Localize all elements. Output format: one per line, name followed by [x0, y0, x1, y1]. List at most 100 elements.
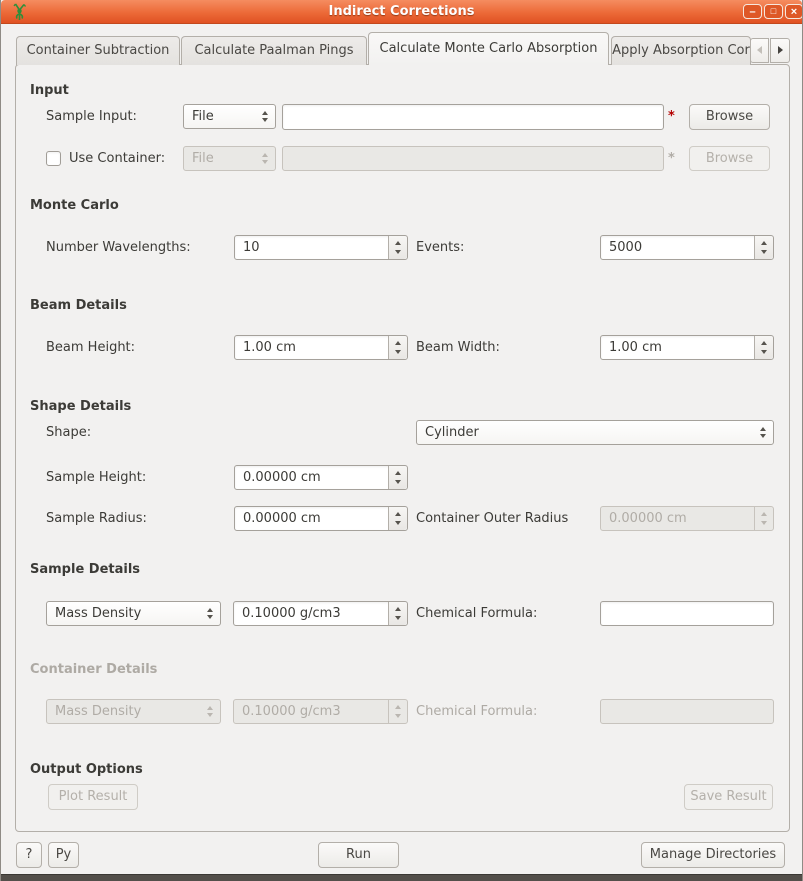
container-chemical-formula-label: Chemical Formula: — [416, 699, 537, 724]
spin-down-icon[interactable] — [395, 480, 401, 484]
sample-radius-row: Sample Radius: Container Outer Radius — [16, 506, 789, 531]
spin-buttons[interactable] — [388, 602, 407, 625]
spin-down-icon[interactable] — [395, 616, 401, 620]
spin-buttons — [754, 507, 773, 530]
beam-width-value[interactable] — [600, 335, 774, 360]
spin-down-icon[interactable] — [761, 350, 767, 354]
sample-input-row: Sample Input: File * Browse — [16, 104, 789, 130]
sample-density-type-value: Mass Density — [55, 602, 141, 625]
spin-up-icon[interactable] — [761, 241, 767, 245]
use-container-checkbox[interactable] — [46, 151, 61, 166]
help-button[interactable]: ? — [16, 842, 42, 868]
shape-row: Shape: Cylinder — [16, 420, 789, 445]
tab-scroll-left-button — [750, 38, 769, 63]
tab-container-subtraction[interactable]: Container Subtraction — [16, 36, 180, 65]
sample-density-type-combobox[interactable]: Mass Density — [46, 601, 221, 626]
number-wavelengths-value[interactable] — [234, 235, 408, 260]
spin-buttons[interactable] — [388, 336, 407, 359]
required-asterisk: * — [668, 104, 675, 130]
required-asterisk-disabled: * — [668, 146, 675, 172]
sample-density-spinbox[interactable] — [233, 601, 408, 626]
save-result-button: Save Result — [684, 784, 773, 810]
spin-up-icon — [761, 512, 767, 516]
manage-directories-button[interactable]: Manage Directories — [641, 842, 785, 868]
section-header-sample-details: Sample Details — [30, 562, 140, 577]
maximize-button[interactable]: □ — [764, 4, 783, 19]
container-details-row: Mass Density Chemical Formula: — [16, 699, 789, 724]
spin-buttons — [388, 700, 407, 723]
combo-arrows-icon — [262, 153, 268, 164]
run-button[interactable]: Run — [318, 842, 399, 868]
sample-height-spinbox[interactable] — [234, 465, 408, 490]
minimize-button[interactable]: – — [743, 4, 762, 19]
sample-chemical-formula-field[interactable] — [600, 601, 774, 626]
spin-buttons[interactable] — [388, 236, 407, 259]
sample-input-label: Sample Input: — [46, 104, 137, 130]
container-density-type-value: Mass Density — [55, 700, 141, 723]
section-header-container-details: Container Details — [30, 662, 157, 677]
container-density-spinbox — [233, 699, 408, 724]
number-wavelengths-spinbox[interactable] — [234, 235, 408, 260]
container-density-value — [233, 699, 408, 724]
sample-input-type-combobox[interactable]: File — [183, 104, 276, 129]
spin-down-icon — [395, 714, 401, 718]
tab-calculate-monte-carlo-absorption[interactable]: Calculate Monte Carlo Absorption — [368, 32, 609, 65]
spin-up-icon[interactable] — [395, 471, 401, 475]
spin-buttons[interactable] — [388, 466, 407, 489]
sample-height-value[interactable] — [234, 465, 408, 490]
title-bar[interactable]: Indirect Corrections – □ × — [1, 0, 802, 24]
sample-radius-value[interactable] — [234, 506, 408, 531]
spin-down-icon[interactable] — [395, 250, 401, 254]
application-window: Indirect Corrections – □ × Container Sub… — [0, 0, 803, 881]
spin-buttons[interactable] — [754, 336, 773, 359]
spin-up-icon — [395, 705, 401, 709]
section-header-output-options: Output Options — [30, 762, 143, 777]
events-value[interactable] — [600, 235, 774, 260]
container-input-type-value: File — [192, 147, 214, 170]
sample-height-label: Sample Height: — [46, 465, 146, 490]
tab-scroll-right-button[interactable] — [770, 38, 790, 63]
sample-chemical-formula-label: Chemical Formula: — [416, 601, 537, 626]
spin-up-icon[interactable] — [395, 341, 401, 345]
number-wavelengths-label: Number Wavelengths: — [46, 235, 191, 260]
scroll-right-icon — [778, 46, 783, 54]
section-header-shape-details: Shape Details — [30, 399, 131, 414]
output-options-row: Plot Result Save Result — [16, 784, 789, 810]
spin-buttons[interactable] — [388, 507, 407, 530]
sample-browse-button[interactable]: Browse — [689, 104, 770, 130]
monte-carlo-row: Number Wavelengths: Events: — [16, 235, 789, 260]
spin-buttons[interactable] — [754, 236, 773, 259]
plot-result-button: Plot Result — [48, 784, 138, 810]
window-title: Indirect Corrections — [1, 0, 802, 23]
container-input-type-combobox: File — [183, 146, 276, 171]
sample-density-value[interactable] — [233, 601, 408, 626]
sample-radius-spinbox[interactable] — [234, 506, 408, 531]
shape-label: Shape: — [46, 420, 91, 445]
beam-width-label: Beam Width: — [416, 335, 500, 360]
spin-up-icon[interactable] — [395, 241, 401, 245]
spin-down-icon[interactable] — [761, 250, 767, 254]
spin-down-icon[interactable] — [395, 350, 401, 354]
shape-value: Cylinder — [425, 421, 479, 444]
sample-input-type-value: File — [192, 105, 214, 128]
use-container-row: Use Container: File * Browse — [16, 146, 789, 171]
sample-input-path-field[interactable] — [282, 104, 664, 130]
container-chemical-formula-field — [600, 699, 774, 724]
spin-up-icon[interactable] — [395, 607, 401, 611]
tab-apply-absorption-corrections[interactable]: Apply Absorption Cor — [611, 36, 751, 65]
container-density-type-combobox: Mass Density — [46, 699, 221, 724]
spin-down-icon[interactable] — [395, 521, 401, 525]
python-button[interactable]: Py — [48, 842, 79, 868]
container-input-path-field — [282, 146, 664, 171]
events-spinbox[interactable] — [600, 235, 774, 260]
spin-up-icon[interactable] — [395, 512, 401, 516]
tab-calculate-paalman-pings[interactable]: Calculate Paalman Pings — [181, 36, 367, 65]
use-container-label: Use Container: — [69, 146, 165, 171]
beam-height-spinbox[interactable] — [234, 335, 408, 360]
spin-up-icon[interactable] — [761, 341, 767, 345]
beam-width-spinbox[interactable] — [600, 335, 774, 360]
close-button[interactable]: × — [785, 4, 803, 19]
beam-height-value[interactable] — [234, 335, 408, 360]
container-outer-radius-value — [600, 506, 774, 531]
shape-combobox[interactable]: Cylinder — [416, 420, 774, 445]
